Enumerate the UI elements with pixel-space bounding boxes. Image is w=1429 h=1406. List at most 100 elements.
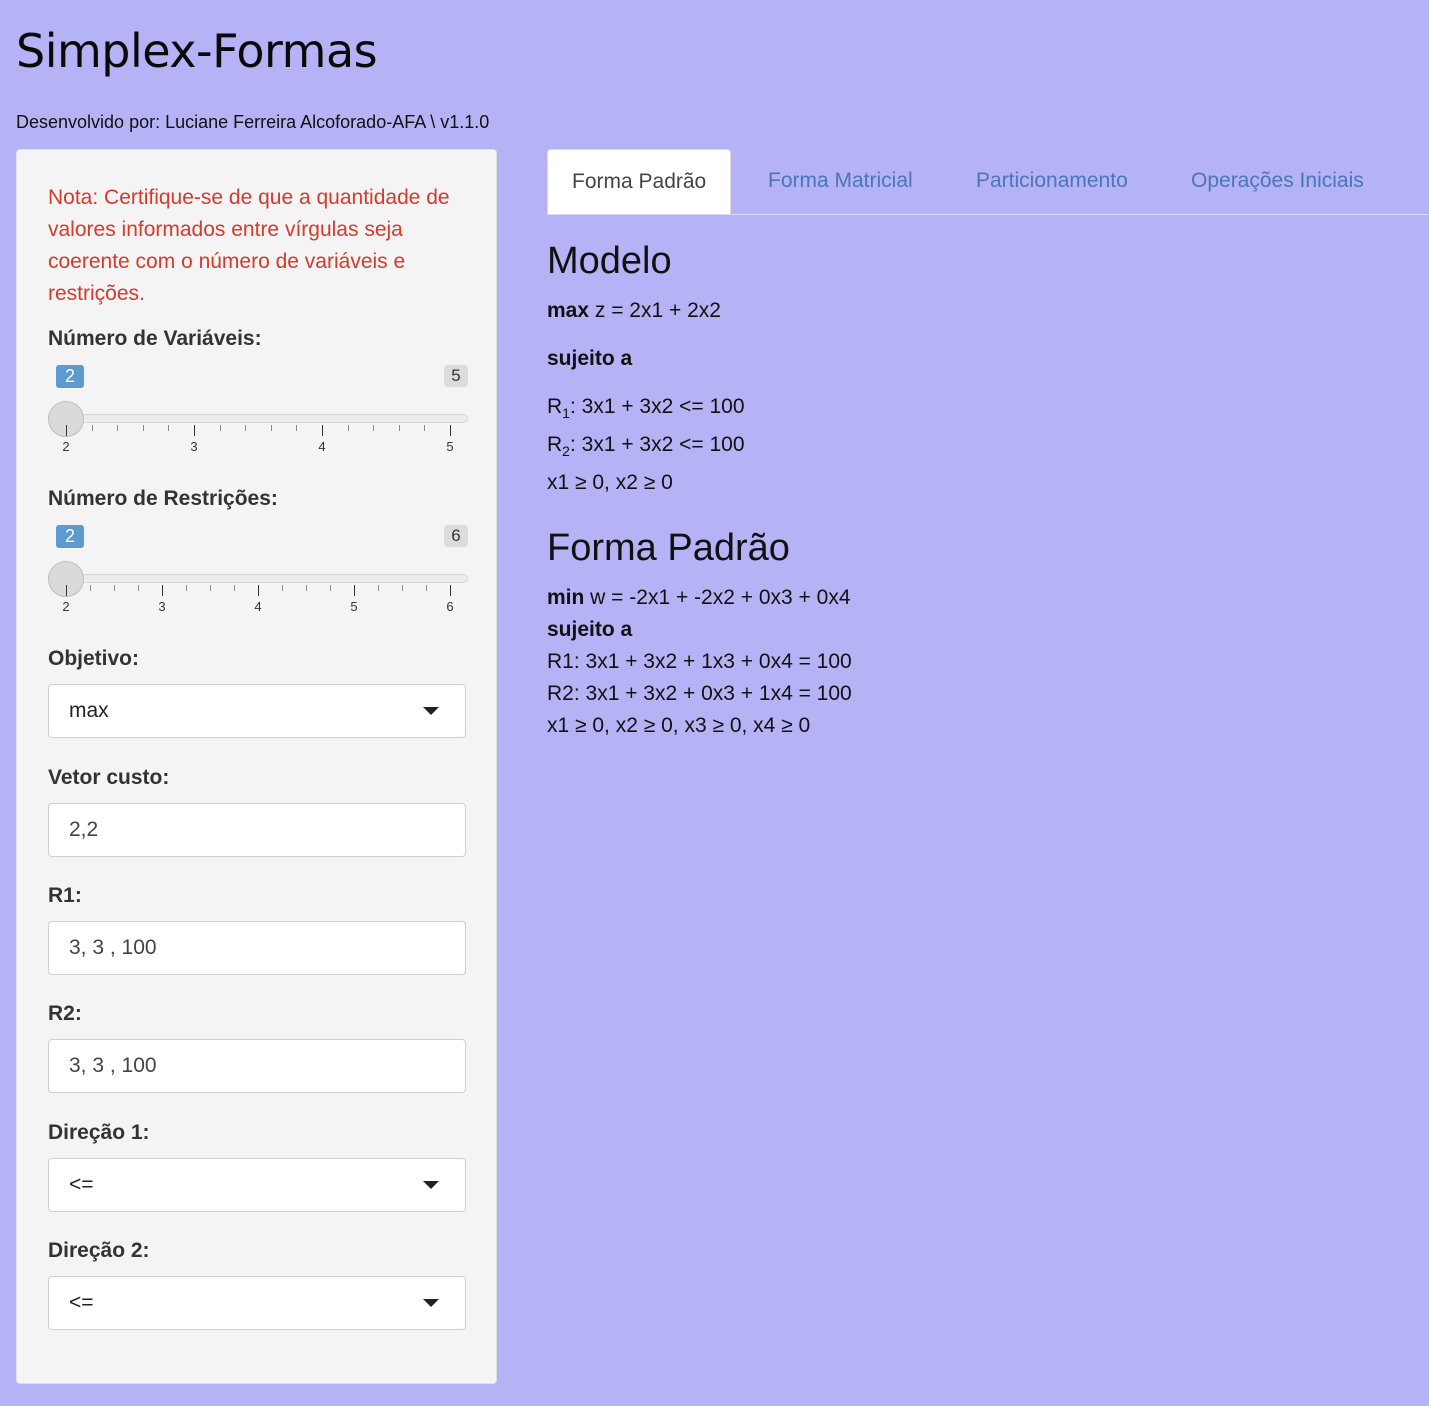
slider-minor-tick <box>117 425 119 431</box>
direcao2-label: Direção 2: <box>48 1239 150 1262</box>
slider-minor-tick <box>306 585 307 591</box>
r1-label: R1: <box>48 884 82 907</box>
r1-value: 3, 3 , 100 <box>69 936 157 959</box>
fp-objective: min w = -2x1 + -2x2 + 0x3 + 0x4 <box>547 582 852 614</box>
tab-bar: Forma Padrão Forma Matricial Particionam… <box>547 149 1429 215</box>
slider-tick <box>66 585 67 596</box>
slider-minor-tick <box>138 585 139 591</box>
slider-minor-tick <box>186 585 187 591</box>
objetivo-select[interactable]: max <box>48 684 466 738</box>
tab-particionamento[interactable]: Particionamento <box>952 149 1152 214</box>
direcao1-value: <= <box>69 1173 94 1196</box>
num-restr-slider[interactable]: 2 6 2 3 4 5 6 <box>48 525 468 615</box>
slider-tick-label: 5 <box>350 599 358 614</box>
slider-minor-tick <box>219 425 221 431</box>
slider-minor-tick <box>402 585 403 591</box>
direcao2-value: <= <box>69 1291 94 1314</box>
slider-minor-tick <box>245 425 247 431</box>
slider-minor-tick <box>234 585 235 591</box>
slider-minor-tick <box>270 425 272 431</box>
tab-operacoes-iniciais[interactable]: Operações Iniciais <box>1167 149 1388 214</box>
fp-r1: R1: 3x1 + 3x2 + 1x3 + 0x4 = 100 <box>547 650 852 674</box>
slider-tick <box>450 425 451 436</box>
num-restr-max-badge: 6 <box>444 525 468 547</box>
fp-subject: sujeito a <box>547 618 633 642</box>
app-title: Simplex-Formas <box>16 24 378 78</box>
direcao1-label: Direção 1: <box>48 1121 150 1144</box>
direcao2-select[interactable]: <= <box>48 1276 466 1330</box>
modelo-subject: sujeito a <box>547 347 633 370</box>
modelo-r1-name: R <box>547 395 563 418</box>
direcao1-select[interactable]: <= <box>48 1158 466 1212</box>
modelo-nonneg: x1 ≥ 0, x2 ≥ 0 <box>547 471 673 495</box>
slider-minor-tick <box>330 585 331 591</box>
slider-tick <box>258 585 259 596</box>
slider-minor-tick <box>114 585 115 591</box>
slider-tick-label: 3 <box>190 439 198 454</box>
fp-obj-expr: w = -2x1 + -2x2 + 0x3 + 0x4 <box>584 586 851 610</box>
vetor-custo-value: 2,2 <box>69 818 99 841</box>
modelo-heading: Modelo <box>547 240 672 282</box>
modelo-objective: max z = 2x1 + 2x2 <box>547 295 852 327</box>
slider-tick-label: 4 <box>254 599 262 614</box>
r1-input[interactable]: 3, 3 , 100 <box>48 921 466 975</box>
caret-down-icon <box>423 707 439 715</box>
tab-forma-matricial[interactable]: Forma Matricial <box>744 149 937 214</box>
modelo-r1-sub: 1 <box>562 405 570 422</box>
vetor-custo-input[interactable]: 2,2 <box>48 803 466 857</box>
objetivo-label: Objetivo: <box>48 647 140 670</box>
slider-minor-tick <box>424 425 426 431</box>
num-vars-track[interactable] <box>48 414 468 423</box>
num-vars-label: Número de Variáveis: <box>48 327 262 350</box>
num-vars-slider[interactable]: 2 5 2 3 4 5 <box>48 365 468 455</box>
modelo-r2-expr: : 3x1 + 3x2 <= 100 <box>569 433 745 457</box>
slider-minor-tick <box>90 585 91 591</box>
r2-label: R2: <box>48 1002 82 1025</box>
num-vars-value-badge: 2 <box>56 365 84 388</box>
modelo-r2-name: R <box>547 433 563 457</box>
sidebar-panel: Nota: Certifique-se de que a quantidade … <box>16 149 497 1384</box>
objetivo-value: max <box>69 699 109 722</box>
slider-minor-tick <box>347 425 349 431</box>
slider-tick <box>322 425 323 436</box>
slider-minor-tick <box>398 425 400 431</box>
slider-tick-label: 2 <box>62 439 70 454</box>
vetor-custo-label: Vetor custo: <box>48 766 170 789</box>
slider-tick <box>66 425 67 436</box>
slider-minor-tick <box>91 425 93 431</box>
slider-tick-label: 2 <box>62 599 70 614</box>
slider-minor-tick <box>296 425 298 431</box>
slider-tick <box>194 425 195 436</box>
caret-down-icon <box>423 1181 439 1189</box>
modelo-r2-sub: 2 <box>562 443 570 460</box>
slider-minor-tick <box>210 585 211 591</box>
r2-input[interactable]: 3, 3 , 100 <box>48 1039 466 1093</box>
num-vars-max-badge: 5 <box>444 365 468 387</box>
slider-tick <box>162 585 163 596</box>
slider-minor-tick <box>373 425 375 431</box>
fp-obj-keyword: min <box>547 586 585 610</box>
slider-tick <box>354 585 355 596</box>
app-subtitle: Desenvolvido por: Luciane Ferreira Alcof… <box>16 112 490 132</box>
r2-value: 3, 3 , 100 <box>69 1054 157 1077</box>
slider-minor-tick <box>282 585 283 591</box>
modelo-r1-expr: : 3x1 + 3x2 <= 100 <box>569 395 745 418</box>
modelo-r1: R1: 3x1 + 3x2 <= 100 <box>547 391 852 429</box>
num-restr-label: Número de Restrições: <box>48 487 278 510</box>
slider-tick <box>450 585 451 596</box>
slider-tick-label: 3 <box>158 599 166 614</box>
forma-padrao-heading: Forma Padrão <box>547 527 790 570</box>
slider-minor-tick <box>378 585 379 591</box>
modelo-obj-expr: z = 2x1 + 2x2 <box>589 299 721 322</box>
num-restr-track[interactable] <box>48 574 468 583</box>
slider-minor-tick <box>426 585 427 591</box>
fp-nonneg: x1 ≥ 0, x2 ≥ 0, x3 ≥ 0, x4 ≥ 0 <box>547 714 811 738</box>
slider-tick-label: 6 <box>446 599 454 614</box>
modelo-r2: R2: 3x1 + 3x2 <= 100 <box>547 429 852 467</box>
modelo-obj-keyword: max <box>547 299 590 322</box>
num-restr-value-badge: 2 <box>56 525 84 548</box>
caret-down-icon <box>423 1299 439 1307</box>
slider-minor-tick <box>168 425 170 431</box>
tab-forma-padrao[interactable]: Forma Padrão <box>547 149 732 214</box>
slider-tick-label: 4 <box>318 439 326 454</box>
